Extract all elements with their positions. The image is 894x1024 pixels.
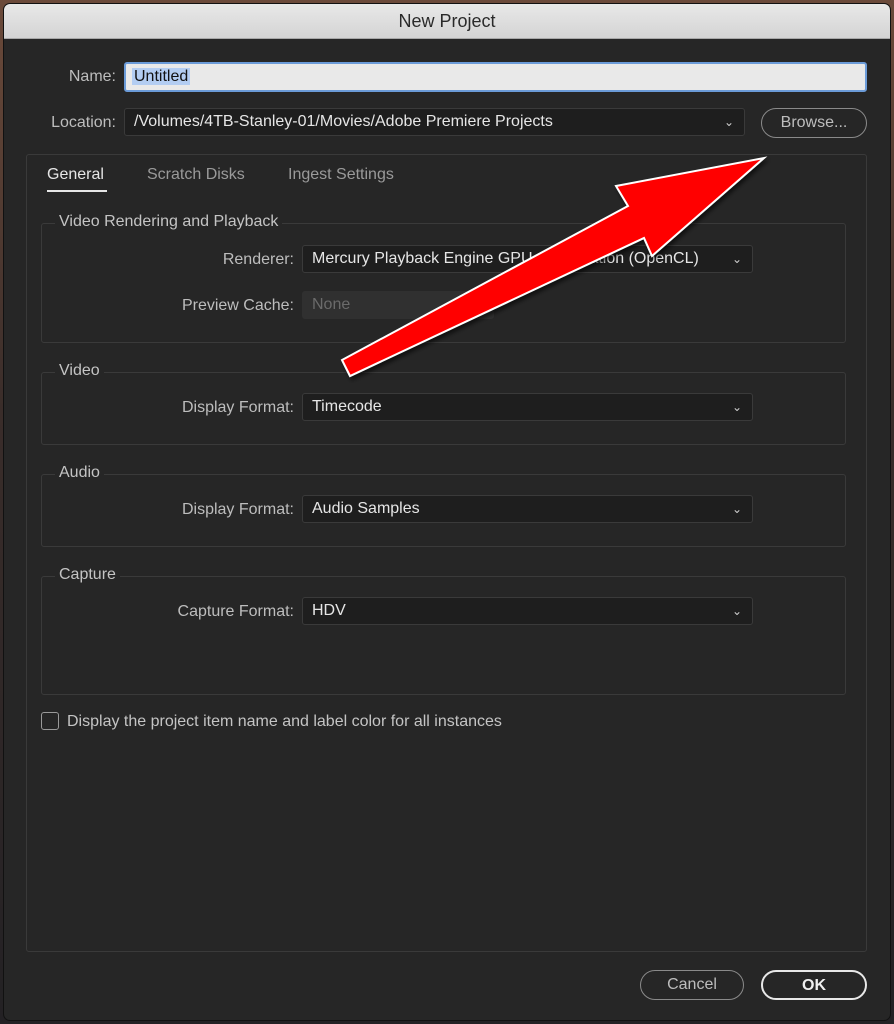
tab-general[interactable]: General bbox=[47, 166, 104, 184]
chevron-down-icon: ⌄ bbox=[731, 252, 742, 266]
chevron-down-icon: ⌄ bbox=[731, 604, 742, 618]
location-label: Location: bbox=[51, 114, 116, 131]
video-rendering-group bbox=[41, 223, 846, 343]
audio-display-format-label: Display Format: bbox=[181, 501, 294, 518]
audio-display-format-value: Audio Samples bbox=[312, 500, 420, 517]
preview-cache-value: None bbox=[312, 296, 351, 313]
audio-display-format-dropdown[interactable]: Audio Samples ⌄ bbox=[302, 495, 753, 523]
capture-format-label: Capture Format: bbox=[177, 603, 294, 620]
active-tab-indicator bbox=[47, 190, 107, 192]
capture-format-dropdown[interactable]: HDV ⌄ bbox=[302, 597, 753, 625]
renderer-dropdown[interactable]: Mercury Playback Engine GPU Acceleration… bbox=[302, 245, 753, 273]
tab-scratch-disks[interactable]: Scratch Disks bbox=[147, 166, 245, 184]
capture-group-title: Capture bbox=[55, 566, 120, 584]
window-title: New Project bbox=[4, 4, 890, 39]
video-rendering-title: Video Rendering and Playback bbox=[55, 213, 283, 231]
preview-cache-dropdown: None bbox=[302, 291, 494, 319]
video-group-title: Video bbox=[55, 362, 104, 380]
preview-cache-label: Preview Cache: bbox=[181, 297, 294, 314]
audio-group-title: Audio bbox=[55, 464, 104, 482]
chevron-down-icon: ⌄ bbox=[731, 502, 742, 516]
renderer-label: Renderer: bbox=[222, 251, 294, 268]
video-display-format-label: Display Format: bbox=[181, 399, 294, 416]
video-display-format-value: Timecode bbox=[312, 398, 382, 415]
display-label-color-label: Display the project item name and label … bbox=[67, 713, 502, 730]
ok-button[interactable]: OK bbox=[761, 970, 867, 1000]
new-project-dialog: New Project Name: Untitled Location: /Vo… bbox=[4, 4, 890, 1020]
renderer-value: Mercury Playback Engine GPU Acceleration… bbox=[312, 250, 699, 267]
name-label: Name: bbox=[68, 68, 116, 85]
video-display-format-dropdown[interactable]: Timecode ⌄ bbox=[302, 393, 753, 421]
name-input[interactable]: Untitled bbox=[124, 62, 867, 92]
location-dropdown[interactable]: /Volumes/4TB-Stanley-01/Movies/Adobe Pre… bbox=[124, 108, 745, 136]
browse-button[interactable]: Browse... bbox=[761, 108, 867, 138]
tab-ingest-settings[interactable]: Ingest Settings bbox=[288, 166, 394, 184]
capture-group bbox=[41, 576, 846, 695]
cancel-button[interactable]: Cancel bbox=[640, 970, 744, 1000]
capture-format-value: HDV bbox=[312, 602, 346, 619]
display-label-color-checkbox[interactable] bbox=[41, 712, 59, 730]
chevron-down-icon: ⌄ bbox=[723, 115, 734, 129]
location-value: /Volumes/4TB-Stanley-01/Movies/Adobe Pre… bbox=[134, 113, 553, 130]
chevron-down-icon: ⌄ bbox=[731, 400, 742, 414]
name-input-value: Untitled bbox=[132, 68, 191, 85]
